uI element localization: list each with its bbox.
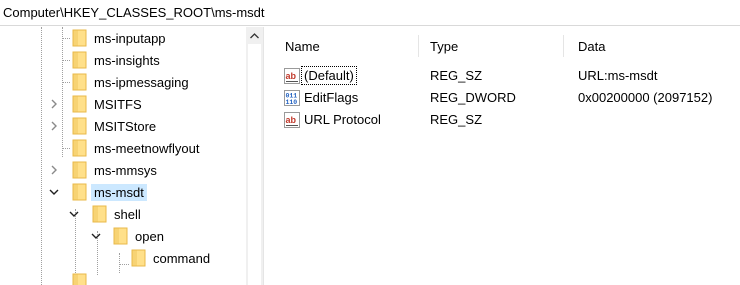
tree-item[interactable]: MSITFS: [0, 93, 263, 115]
svg-text:ab: ab: [286, 71, 297, 81]
tree-item[interactable]: ms-meetnowflyout: [0, 137, 263, 159]
folder-icon: [72, 29, 88, 47]
tree-item-label: ms-ipmessaging: [94, 75, 189, 90]
folder-icon: [131, 249, 147, 267]
tree-item-label: shell: [114, 207, 141, 222]
tree-item-label: command: [153, 251, 211, 266]
tree-item-label: ms-msdt: [91, 184, 147, 201]
tree-item-label: MSITStore: [94, 119, 157, 134]
value-data: URL:ms-msdt: [578, 68, 658, 83]
folder-icon: [72, 183, 88, 201]
value-type: REG_SZ: [430, 68, 483, 83]
chevron-right-icon[interactable]: [48, 98, 60, 110]
tree-item[interactable]: ms-inputapp: [0, 27, 263, 49]
tree-item[interactable]: ms-mmsys: [0, 159, 263, 181]
tree-item[interactable]: [0, 271, 263, 285]
folder-icon: [72, 161, 88, 179]
folder-icon: [72, 117, 88, 135]
registry-value-row[interactable]: 011 110 EditFlags REG_DWORD 0x00200000 (2097…: [273, 86, 740, 108]
tree-item-label: MSITFS: [94, 97, 142, 112]
svg-text:110: 110: [286, 99, 298, 106]
tree-item-label: ms-insights: [94, 53, 160, 68]
folder-icon: [72, 95, 88, 113]
tree-item[interactable]: shell: [0, 203, 263, 225]
chevron-down-icon[interactable]: [48, 186, 60, 198]
value-name-cell[interactable]: ab URL Protocol: [284, 110, 383, 129]
tree-item-label: ms-mmsys: [94, 163, 157, 178]
value-type: REG_DWORD: [430, 90, 516, 105]
folder-icon: [92, 205, 108, 223]
tree-item[interactable]: ms-msdt: [0, 181, 263, 203]
chevron-right-icon[interactable]: [48, 164, 60, 176]
folder-icon: [72, 51, 88, 69]
column-separator[interactable]: [563, 35, 564, 57]
tree-item[interactable]: command: [0, 247, 263, 269]
folder-icon: [113, 227, 129, 245]
tree-item-label: ms-inputapp: [94, 31, 166, 46]
tree-item-label: [91, 274, 97, 285]
column-separator[interactable]: [418, 35, 419, 57]
registry-value-row[interactable]: ab (Default) REG_SZ URL:ms-msdt: [273, 64, 740, 86]
value-name-cell[interactable]: ab (Default): [284, 66, 357, 85]
value-data: 0x00200000 (2097152): [578, 90, 713, 105]
values-list[interactable]: Name Type Data ab (Default) REG_SZ URL:ms-m…: [273, 27, 740, 285]
pane-splitter[interactable]: [263, 27, 273, 285]
scroll-up-button[interactable]: [246, 27, 263, 44]
value-name: (Default): [301, 66, 357, 85]
folder-icon: [72, 139, 88, 157]
column-header-name[interactable]: Name: [285, 39, 320, 57]
chevron-up-icon: [250, 32, 259, 38]
column-header-data[interactable]: Data: [578, 39, 605, 57]
chevron-down-icon[interactable]: [90, 230, 102, 242]
folder-icon: [72, 273, 88, 285]
folder-icon: [72, 73, 88, 91]
address-path[interactable]: Computer\HKEY_CLASSES_ROOT\ms-msdt: [3, 5, 265, 20]
chevron-right-icon[interactable]: [48, 120, 60, 132]
column-header-type[interactable]: Type: [430, 39, 458, 57]
value-name: URL Protocol: [304, 112, 381, 127]
value-name-cell[interactable]: 011 110 EditFlags: [284, 88, 360, 107]
chevron-down-icon[interactable]: [68, 208, 80, 220]
tree-item[interactable]: ms-ipmessaging: [0, 71, 263, 93]
value-type: REG_SZ: [430, 112, 483, 127]
value-name: EditFlags: [304, 90, 359, 105]
address-bar[interactable]: Computer\HKEY_CLASSES_ROOT\ms-msdt: [0, 0, 740, 26]
string-value-icon: ab: [284, 67, 300, 84]
registry-tree[interactable]: ms-inputapp ms-insights ms-ipmessaging MSIT…: [0, 27, 263, 285]
tree-item[interactable]: open: [0, 225, 263, 247]
tree-item[interactable]: ms-insights: [0, 49, 263, 71]
tree-item-label: ms-meetnowflyout: [94, 141, 200, 156]
tree-scrollbar[interactable]: [246, 27, 263, 285]
tree-item-label: open: [135, 229, 164, 244]
list-header: Name Type Data: [273, 27, 740, 57]
scroll-thumb[interactable]: [248, 44, 261, 285]
svg-text:ab: ab: [286, 115, 297, 125]
string-value-icon: ab: [284, 111, 300, 128]
binary-value-icon: 011 110: [284, 89, 300, 106]
tree-item[interactable]: MSITStore: [0, 115, 263, 137]
registry-value-row[interactable]: ab URL Protocol REG_SZ: [273, 108, 740, 130]
